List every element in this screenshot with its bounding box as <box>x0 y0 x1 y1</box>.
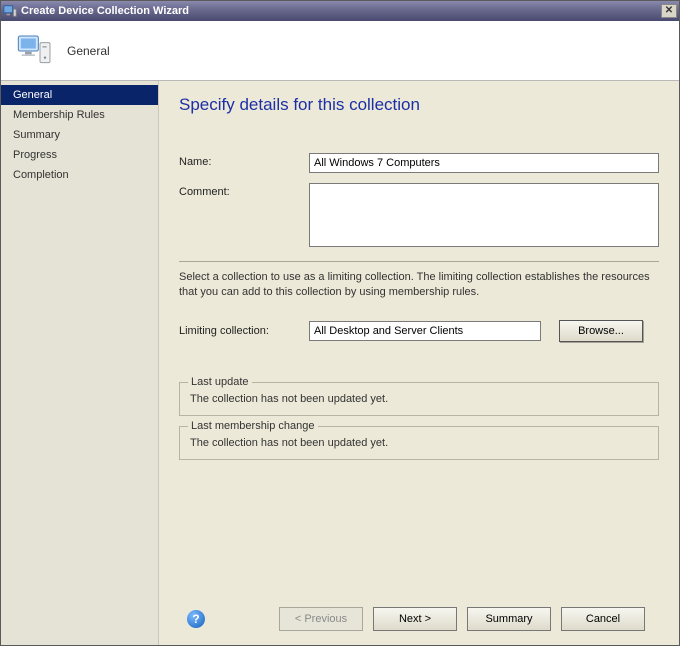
cancel-button[interactable]: Cancel <box>561 607 645 631</box>
comment-row: Comment: <box>179 183 659 247</box>
previous-button: < Previous <box>279 607 363 631</box>
last-membership-legend: Last membership change <box>188 420 318 432</box>
comment-textarea[interactable] <box>309 183 659 247</box>
computer-icon <box>15 31 55 71</box>
comment-label: Comment: <box>179 183 309 198</box>
last-membership-text: The collection has not been updated yet. <box>190 435 648 449</box>
next-button[interactable]: Next > <box>373 607 457 631</box>
wizard-content: Specify details for this collection Name… <box>159 81 679 645</box>
summary-button[interactable]: Summary <box>467 607 551 631</box>
wizard-sidebar: General Membership Rules Summary Progres… <box>1 81 159 645</box>
limiting-row: Limiting collection: Browse... <box>179 320 659 342</box>
last-update-group: Last update The collection has not been … <box>179 382 659 416</box>
sidebar-item-general[interactable]: General <box>1 85 158 105</box>
sidebar-item-membership-rules[interactable]: Membership Rules <box>1 105 158 125</box>
app-icon <box>3 4 17 18</box>
wizard-footer: ? < Previous Next > Summary Cancel <box>179 597 659 645</box>
limiting-help-text: Select a collection to use as a limiting… <box>179 270 659 300</box>
last-membership-group: Last membership change The collection ha… <box>179 426 659 460</box>
header-band: General <box>1 21 679 81</box>
sidebar-item-completion[interactable]: Completion <box>1 165 158 185</box>
page-heading: Specify details for this collection <box>179 95 659 115</box>
browse-button[interactable]: Browse... <box>559 320 643 342</box>
sidebar-item-progress[interactable]: Progress <box>1 145 158 165</box>
wizard-window: Create Device Collection Wizard ✕ Genera… <box>0 0 680 646</box>
last-update-text: The collection has not been updated yet. <box>190 391 648 405</box>
header-step-title: General <box>67 44 110 58</box>
wizard-body: General Membership Rules Summary Progres… <box>1 81 679 645</box>
window-title: Create Device Collection Wizard <box>21 5 661 17</box>
help-icon[interactable]: ? <box>187 610 205 628</box>
name-label: Name: <box>179 153 309 168</box>
last-update-legend: Last update <box>188 376 252 388</box>
name-input[interactable] <box>309 153 659 173</box>
separator <box>179 261 659 262</box>
titlebar: Create Device Collection Wizard ✕ <box>1 1 679 21</box>
sidebar-item-summary[interactable]: Summary <box>1 125 158 145</box>
name-row: Name: <box>179 153 659 173</box>
limiting-collection-input[interactable] <box>309 321 541 341</box>
close-button[interactable]: ✕ <box>661 4 677 18</box>
limiting-label: Limiting collection: <box>179 325 309 337</box>
